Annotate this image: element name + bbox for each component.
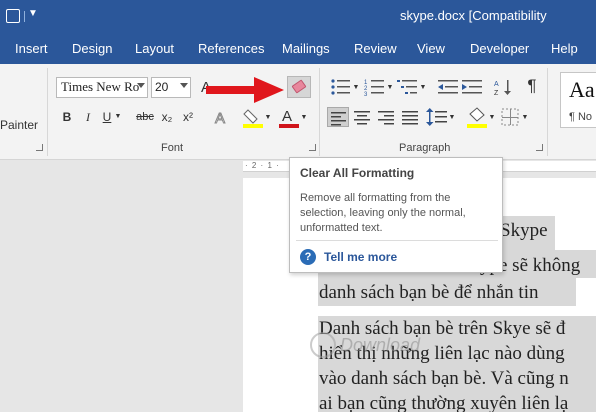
clipboard-launcher-icon[interactable] [36,144,43,151]
window-title: skype.docx [Compatibility [400,8,547,23]
tab-mailings[interactable]: Mailings [282,41,330,56]
bold-button[interactable]: B [60,108,74,126]
qat-customize-icon[interactable]: ▼ [28,8,38,19]
font-group-label: Font [161,142,184,154]
group-separator [547,68,548,156]
font-size-select[interactable]: 20 [151,77,191,98]
tab-layout[interactable]: Layout [135,41,174,56]
font-launcher-icon[interactable] [309,144,316,151]
watermark-text: Download [340,335,421,355]
chevron-down-icon [180,83,188,88]
tell-me-more-link[interactable]: Tell me more [324,250,397,264]
italic-button[interactable]: I [81,108,95,126]
show-formatting-marks-button[interactable]: ¶ [524,76,540,96]
document-line: vào danh sách bạn bè. Và cũng n [319,368,569,389]
help-icon[interactable]: ? [300,249,316,265]
ribbon-tab-bar: Insert Design Layout References Mailings… [0,34,596,64]
svg-text:3: 3 [364,92,368,96]
quick-access-icon[interactable] [6,9,20,23]
tab-view[interactable]: View [417,41,445,56]
decrease-indent-icon[interactable] [438,78,458,96]
chevron-down-icon [137,83,145,88]
clear-all-formatting-button[interactable] [287,76,311,98]
highlight-dropdown-icon[interactable]: ▼ [264,112,272,122]
font-color-dropdown-icon[interactable]: ▼ [300,112,308,122]
shading-dropdown-icon[interactable]: ▼ [488,112,496,122]
svg-text:Z: Z [494,90,499,96]
tab-insert[interactable]: Insert [15,41,48,56]
title-bar: ▼ skype.docx [Compatibility [0,0,596,34]
group-separator [319,68,320,156]
borders-icon[interactable] [500,107,520,127]
svg-text:A: A [282,108,292,125]
paragraph-group-label: Paragraph [399,142,451,154]
text-effects-icon[interactable]: A [212,108,232,128]
shading-icon[interactable] [466,106,488,128]
document-line: danh sách bạn bè để nhắn tin [319,282,539,303]
svg-text:A: A [215,110,225,127]
underline-dropdown-icon[interactable]: ▼ [114,111,122,121]
tab-developer[interactable]: Developer [470,41,529,56]
numbering-dropdown-icon[interactable]: ▼ [386,82,394,92]
align-right-icon[interactable] [376,107,396,127]
tab-review[interactable]: Review [354,41,397,56]
multilevel-list-icon[interactable] [397,78,419,96]
font-name-select[interactable]: Times New Ro [56,77,148,98]
eraser-icon [291,79,307,94]
font-size-value: 20 [155,80,169,94]
align-left-icon[interactable] [327,107,349,127]
group-separator [47,68,48,156]
numbering-icon[interactable]: 1 2 3 [364,78,386,96]
style-preview: Aa [569,77,595,102]
underline-button[interactable]: U [100,108,114,126]
document-line: ai bạn cũng thường xuyên liên lạ [319,393,569,412]
multilevel-dropdown-icon[interactable]: ▼ [419,82,427,92]
tab-design[interactable]: Design [72,41,112,56]
red-pointer-arrow-icon [206,77,284,103]
strikethrough-button[interactable]: abc [134,108,156,126]
tooltip-divider [296,240,498,241]
tooltip-description: Remove all formatting from the selection… [300,192,466,234]
line-spacing-dropdown-icon[interactable]: ▼ [448,112,456,122]
increase-indent-icon[interactable] [462,78,482,96]
svg-text:A: A [494,81,499,88]
qat-separator [24,11,25,22]
tab-references[interactable]: References [198,41,264,56]
subscript-button[interactable]: x₂ [159,108,175,126]
clear-formatting-tooltip: Clear All Formatting Remove all formatti… [289,157,503,273]
justify-icon[interactable] [400,107,420,127]
bullets-dropdown-icon[interactable]: ▼ [352,82,360,92]
borders-dropdown-icon[interactable]: ▼ [521,112,529,122]
font-name-value: Times New Ro [61,79,140,94]
line-spacing-icon[interactable] [426,107,448,127]
style-name: ¶ No [569,111,593,123]
bullets-icon[interactable] [330,78,352,96]
tooltip-title: Clear All Formatting [300,166,415,180]
paragraph-launcher-icon[interactable] [536,144,543,151]
sort-icon[interactable]: AZ [494,78,514,96]
highlight-color-icon[interactable] [242,106,264,128]
align-center-icon[interactable] [352,107,372,127]
format-painter-button[interactable]: Painter [0,118,38,132]
document-line: Skype [500,220,548,241]
style-normal-tile[interactable]: Aa ¶ No [560,72,596,128]
watermark-logo-icon [310,332,336,358]
tab-help[interactable]: Help [551,41,578,56]
superscript-button[interactable]: x² [180,108,196,126]
ribbon: Painter Times New Ro 20 A B I U ▼ abc x₂… [0,64,596,160]
font-color-icon[interactable]: A [278,106,300,128]
